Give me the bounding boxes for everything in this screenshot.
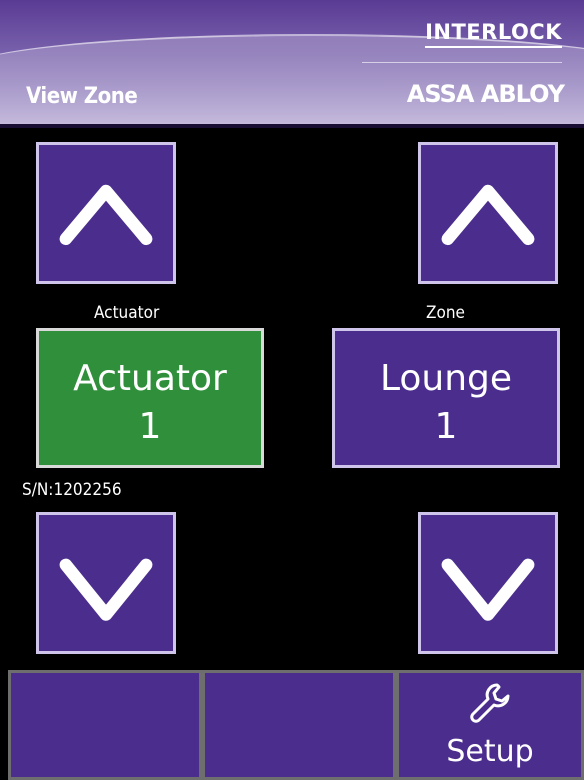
zone-value-number: 1 [434, 406, 458, 447]
zone-label: Zone [426, 303, 465, 323]
setup-tab[interactable]: Setup [396, 670, 584, 780]
actuator-value-number: 1 [138, 406, 162, 447]
chevron-down-icon [59, 558, 153, 621]
chevron-up-icon [441, 184, 535, 246]
zone-value-button[interactable]: Lounge 1 [332, 328, 560, 468]
brand-divider [362, 62, 562, 63]
bottom-tab-2[interactable] [202, 670, 396, 780]
brand-interlock-logo: INTERLOCK [425, 20, 562, 48]
zone-down-button[interactable] [418, 512, 558, 654]
chevron-up-icon [59, 184, 153, 246]
actuator-value-button[interactable]: Actuator 1 [36, 328, 264, 468]
actuator-serial-number: S/N:1202256 [22, 480, 122, 500]
bottom-tab-1[interactable] [8, 670, 202, 780]
setup-tab-label: Setup [446, 734, 534, 769]
chevron-down-icon [441, 558, 535, 621]
actuator-down-button[interactable] [36, 512, 176, 654]
brand-assa-abloy-logo: ASSA ABLOY [406, 80, 565, 108]
header-bar: View Zone INTERLOCK ASSA ABLOY [0, 0, 584, 124]
actuator-value-name: Actuator [73, 358, 227, 399]
bottom-toolbar: Setup [0, 670, 584, 780]
actuator-label: Actuator [94, 303, 160, 323]
actuator-up-button[interactable] [36, 142, 176, 284]
zone-up-button[interactable] [418, 142, 558, 284]
header-divider [0, 124, 584, 128]
wrench-icon [470, 683, 510, 723]
page-title: View Zone [26, 84, 138, 109]
zone-value-name: Lounge [379, 358, 513, 399]
